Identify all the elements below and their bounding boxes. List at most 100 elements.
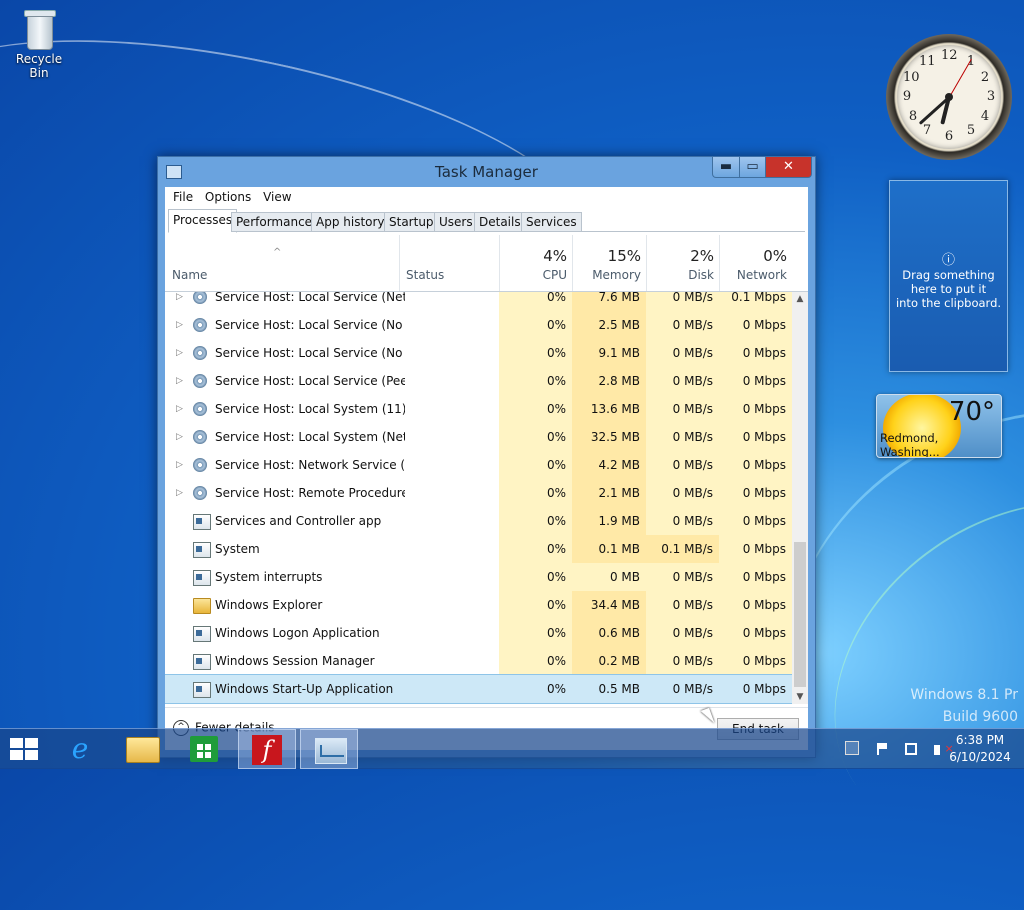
menu-options[interactable]: Options: [201, 187, 255, 207]
network-value: 0 Mbps: [719, 423, 792, 451]
expand-arrow-icon[interactable]: ▷: [176, 423, 183, 451]
table-row[interactable]: Windows Session Manager 0% 0.2 MB 0 MB/s 0 M…: [165, 647, 792, 675]
flash-icon: f: [252, 735, 282, 765]
table-row[interactable]: Windows Logon Application 0% 0.6 MB 0 MB/s 0…: [165, 619, 792, 647]
taskbar: e f 6:38 PM 6/10/2024: [0, 728, 1024, 769]
recycle-bin-shortcut[interactable]: Recycle Bin: [6, 6, 72, 80]
expand-arrow-icon[interactable]: ▷: [176, 367, 183, 395]
disk-value: 0 MB/s: [646, 619, 719, 647]
start-button[interactable]: [0, 729, 48, 769]
memory-value: 9.1 MB: [572, 339, 646, 367]
disk-value: 0 MB/s: [646, 367, 719, 395]
memory-value: 0.6 MB: [572, 619, 646, 647]
cpu-total: 4%: [543, 247, 567, 265]
weather-gadget[interactable]: 70° Redmond, Washing...: [876, 394, 1002, 458]
show-hidden-icons-icon[interactable]: [845, 741, 859, 755]
tab-users[interactable]: Users: [434, 212, 478, 232]
tab-services[interactable]: Services: [521, 212, 582, 232]
task-manager-window: Task Manager ▬ ▭ ✕ File Options View Pro…: [157, 156, 816, 758]
column-status[interactable]: Status: [399, 235, 500, 291]
column-cpu[interactable]: 4% CPU: [499, 235, 573, 291]
scroll-down-arrow-icon[interactable]: ▼: [792, 690, 808, 704]
table-row[interactable]: System interrupts 0% 0 MB 0 MB/s 0 Mbps: [165, 563, 792, 591]
column-disk[interactable]: 2% Disk: [646, 235, 720, 291]
table-row[interactable]: Windows Start-Up Application 0% 0.5 MB 0 MB…: [165, 674, 792, 704]
taskbar-internet-explorer[interactable]: e: [51, 729, 109, 769]
table-row[interactable]: ▷ Service Host: Local Service (Peer... 0% 2…: [165, 367, 792, 395]
title-bar[interactable]: Task Manager ▬ ▭ ✕: [158, 157, 815, 187]
network-value: 0 Mbps: [719, 339, 792, 367]
taskbar-time: 6:38 PM: [955, 733, 1005, 747]
clock-number: 12: [941, 48, 958, 63]
tab-details[interactable]: Details: [474, 212, 526, 232]
network-value: 0 Mbps: [719, 451, 792, 479]
column-memory[interactable]: 15% Memory: [572, 235, 647, 291]
clock-number: 3: [986, 89, 996, 104]
cpu-value: 0%: [499, 479, 572, 507]
memory-value: 4.2 MB: [572, 451, 646, 479]
column-headers: ^ Name Status 4% CPU 15% Memory 2% Disk …: [165, 235, 808, 292]
process-name: Service Host: Local System (Net...: [215, 430, 405, 444]
menu-file[interactable]: File: [169, 187, 197, 207]
process-name: Windows Session Manager: [215, 654, 375, 668]
taskbar-clock[interactable]: 6:38 PM 6/10/2024: [945, 732, 1015, 766]
vertical-scrollbar[interactable]: ▲ ▼: [792, 292, 808, 704]
column-status-label: Status: [406, 268, 445, 282]
table-row[interactable]: ▷ Service Host: Local Service (Net... 0% 7.…: [165, 292, 792, 311]
table-row[interactable]: System 0% 0.1 MB 0.1 MB/s 0 Mbps: [165, 535, 792, 563]
expand-arrow-icon[interactable]: ▷: [176, 292, 183, 311]
clock-gadget[interactable]: 12 1 2 3 4 5 6 7 8 9 10 11: [886, 34, 1012, 160]
tab-startup[interactable]: Startup: [384, 212, 439, 232]
process-name: Windows Start-Up Application: [215, 682, 394, 696]
clipboard-hint-line: here to put it: [910, 282, 987, 296]
expand-arrow-icon[interactable]: ▷: [176, 479, 183, 507]
clipboard-gadget[interactable]: ⓘ Drag something here to put it into the…: [889, 180, 1008, 372]
scrollbar-thumb[interactable]: [794, 542, 806, 687]
table-row[interactable]: ▷ Service Host: Network Service (4) 0% 4.2 …: [165, 451, 792, 479]
network-value: 0.1 Mbps: [719, 292, 792, 311]
expand-arrow-icon[interactable]: ▷: [176, 339, 183, 367]
tab-processes[interactable]: Processes: [168, 209, 238, 233]
scroll-up-arrow-icon[interactable]: ▲: [792, 292, 808, 306]
expand-arrow-icon[interactable]: ▷: [176, 395, 183, 423]
taskbar-file-explorer[interactable]: [113, 729, 171, 769]
memory-value: 0.5 MB: [598, 682, 640, 696]
table-row[interactable]: ▷ Service Host: Remote Procedure... 0% 2.1 …: [165, 479, 792, 507]
task-manager-taskbar-icon: [315, 738, 347, 764]
table-row[interactable]: Windows Explorer 0% 34.4 MB 0 MB/s 0 Mbps: [165, 591, 792, 619]
action-center-flag-icon[interactable]: [876, 743, 887, 755]
taskbar-task-manager[interactable]: [300, 729, 358, 769]
taskbar-store[interactable]: [175, 729, 233, 769]
column-name[interactable]: Name: [172, 268, 207, 282]
menu-view[interactable]: View: [259, 187, 295, 207]
table-row[interactable]: ▷ Service Host: Local Service (No ... 0% 9.…: [165, 339, 792, 367]
tab-app-history[interactable]: App history: [311, 212, 390, 232]
service-gear-icon: [193, 318, 207, 332]
maximize-button[interactable]: ▭: [739, 157, 766, 178]
disk-value: 0 MB/s: [646, 647, 719, 675]
table-row[interactable]: Services and Controller app 0% 1.9 MB 0 MB/…: [165, 507, 792, 535]
store-icon: [190, 736, 218, 762]
tab-performance[interactable]: Performance: [231, 212, 318, 232]
table-row[interactable]: ▷ Service Host: Local System (11) 0% 13.6 M…: [165, 395, 792, 423]
tab-strip: Processes Performance App history Startu…: [168, 209, 805, 233]
network-value: 0 Mbps: [719, 591, 792, 619]
network-value: 0 Mbps: [719, 367, 792, 395]
table-row[interactable]: ▷ Service Host: Local System (Net... 0% 32.…: [165, 423, 792, 451]
close-button[interactable]: ✕: [765, 157, 812, 178]
taskbar-flash[interactable]: f: [238, 729, 296, 769]
volume-muted-icon[interactable]: [934, 742, 954, 755]
network-icon[interactable]: [904, 743, 917, 755]
expand-arrow-icon[interactable]: ▷: [176, 311, 183, 339]
window-app-icon: [193, 682, 211, 698]
expand-arrow-icon[interactable]: ▷: [176, 451, 183, 479]
column-network[interactable]: 0% Network: [719, 235, 793, 291]
cpu-value: 0%: [499, 311, 572, 339]
minimize-button[interactable]: ▬: [712, 157, 740, 178]
weather-location: Redmond, Washing...: [880, 431, 940, 458]
recycle-bin-label: Recycle Bin: [15, 52, 63, 80]
disk-value: 0 MB/s: [646, 451, 719, 479]
service-gear-icon: [193, 402, 207, 416]
table-row[interactable]: ▷ Service Host: Local Service (No I... 0% 2…: [165, 311, 792, 339]
service-gear-icon: [193, 292, 207, 304]
